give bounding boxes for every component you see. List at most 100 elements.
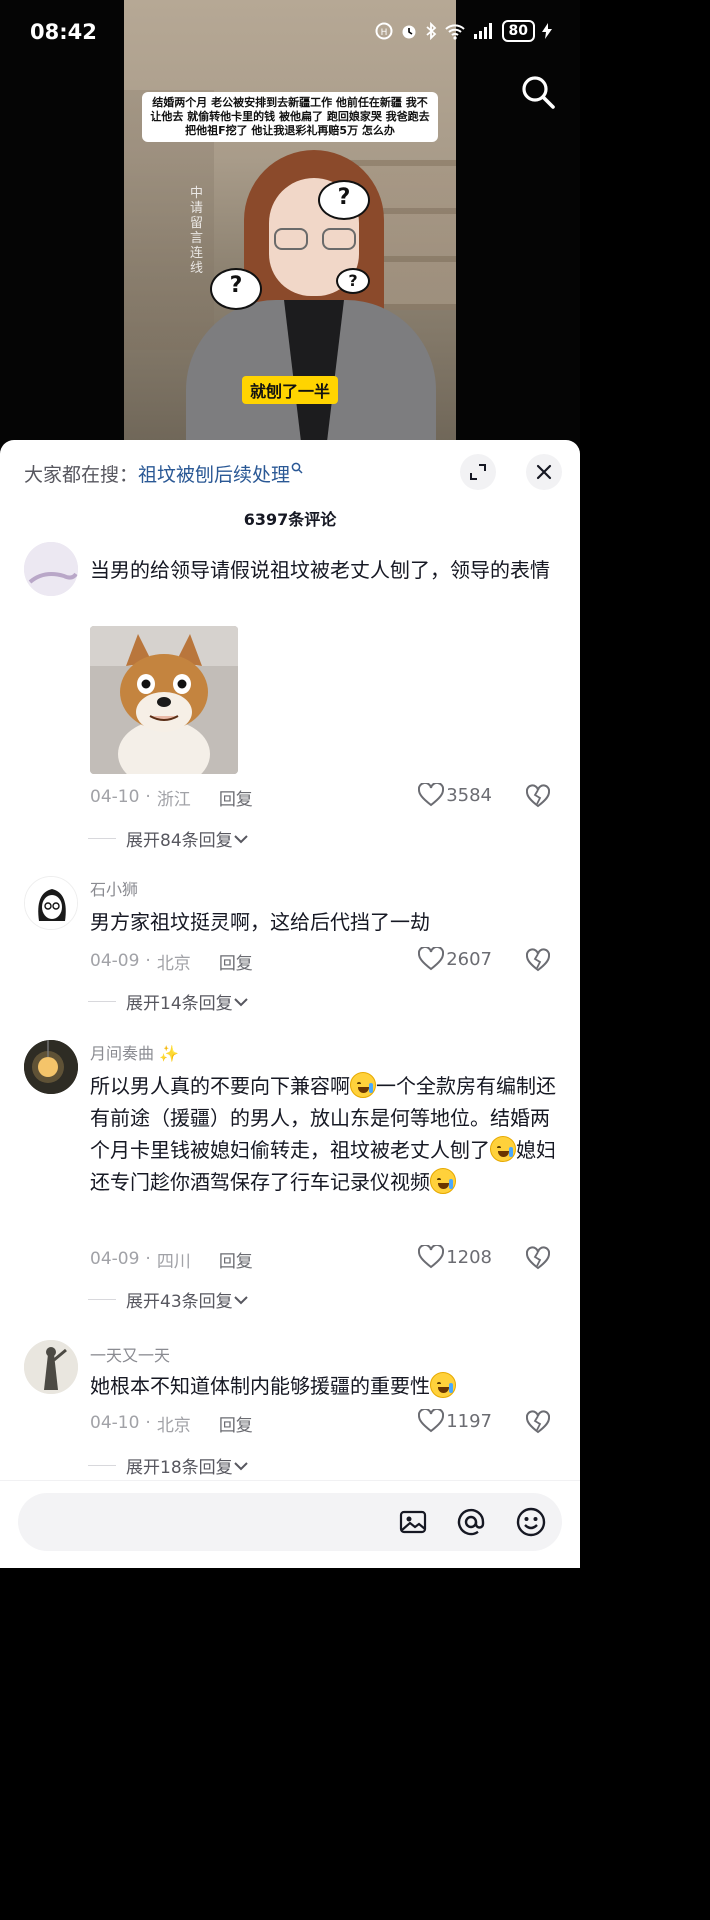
status-time: 08:42: [30, 20, 97, 44]
heart-icon: [418, 1245, 445, 1269]
comment-text: 当男的给领导请假说祖坟被老丈人刨了，领导的表情: [90, 558, 550, 582]
comment-location: 浙江: [156, 789, 191, 810]
cry-laugh-emoji: [430, 1372, 456, 1398]
video-player[interactable]: 结婚两个月 老公被安排到去新疆工作 他前任在新疆 我不让他去 就偷转他卡里的钱 …: [0, 0, 580, 448]
like-button[interactable]: 2607: [418, 947, 492, 971]
comment-date: 04-09: [90, 1249, 140, 1269]
video-caption-bottom: 就刨了一半: [242, 376, 339, 404]
hot-search-term[interactable]: 祖坟被刨后续处理: [138, 460, 290, 487]
presenter-glasses: [274, 228, 356, 250]
avatar[interactable]: [24, 1040, 78, 1094]
comment-item: 一天又一天 她根本不知道体制内能够援疆的重要性 04-10 · 北京 回复 11…: [0, 1338, 580, 1488]
meta-dot: ·: [145, 1413, 151, 1433]
video-watermark: 中请留言连线: [190, 186, 204, 276]
cry-laugh-emoji: [490, 1136, 516, 1162]
hot-search-label: 大家都在搜：: [24, 464, 139, 486]
comment-location: 北京: [156, 1415, 191, 1436]
avatar[interactable]: [24, 1340, 78, 1394]
dislike-icon[interactable]: [526, 1410, 550, 1434]
expand-replies[interactable]: 展开18条回复: [88, 1453, 249, 1478]
comment-count: 6397条评论: [243, 510, 337, 529]
signal-icon: [473, 23, 492, 39]
search-icon[interactable]: [520, 74, 556, 110]
comment-sheet-header: 大家都在搜： 祖坟被刨后续处理 6397条评论: [0, 440, 580, 548]
comment-text: 所以男人真的不要向下兼容啊 一个全款房有编制还有前途（援疆）的男人，放山东是何等地…: [90, 1072, 556, 1194]
dislike-icon[interactable]: [526, 948, 550, 972]
chevron-down-icon: [233, 997, 248, 1006]
emoji-icon[interactable]: [514, 1505, 548, 1539]
dislike-icon[interactable]: [526, 1246, 550, 1270]
comment-item: 月间奏曲 ✨ 所以男人真的不要向下兼容啊 一个全款房有编制还有前途（援疆）的男人，…: [0, 1036, 580, 1326]
expand-replies-label: 展开43条回复: [126, 1292, 233, 1312]
comment-date: 04-10: [90, 787, 140, 807]
video-caption-top: 结婚两个月 老公被安排到去新疆工作 他前任在新疆 我不让他去 就偷转他卡里的钱 …: [142, 92, 438, 142]
comment-username[interactable]: 一天又一天: [90, 1342, 170, 1366]
comment-item: 石小狮 男方家祖坟挺灵啊，这给后代挡了一劫 04-09 · 北京 回复 2607…: [0, 872, 580, 1022]
heart-icon: [418, 947, 445, 971]
battery-indicator: 80: [501, 20, 535, 42]
comment-item: 当男的给领导请假说祖坟被老丈人刨了，领导的表情 04-10 · 浙江 回复 35…: [0, 536, 580, 856]
like-count: 3584: [446, 784, 492, 806]
alarm-icon: [402, 25, 416, 39]
expand-replies[interactable]: 展开43条回复: [88, 1287, 249, 1312]
reply-button[interactable]: 回复: [219, 949, 253, 974]
comment-location: 北京: [156, 953, 191, 974]
avatar[interactable]: [24, 876, 78, 930]
avatar[interactable]: [24, 542, 78, 596]
close-sheet-button[interactable]: [526, 454, 562, 490]
status-icons: H 80: [375, 20, 552, 42]
question-bubble: ?: [336, 268, 370, 294]
hot-search-link[interactable]: 大家都在搜： 祖坟被刨后续处理: [24, 460, 303, 487]
meta-dot: ·: [145, 951, 151, 971]
comment-input-bar: [0, 1480, 580, 1568]
like-count: 1197: [446, 1410, 492, 1432]
cry-laugh-emoji: [350, 1072, 376, 1098]
image-icon[interactable]: [396, 1505, 430, 1539]
expand-icon: [470, 464, 486, 480]
reply-button[interactable]: 回复: [219, 1411, 253, 1436]
comment-username[interactable]: 月间奏曲 ✨: [90, 1040, 179, 1064]
svg-text:H: H: [380, 28, 387, 38]
divider-line: [88, 838, 116, 839]
comment-image-dog[interactable]: [90, 626, 238, 774]
at-icon[interactable]: [454, 1505, 488, 1539]
meta-dot: ·: [145, 787, 151, 807]
chevron-down-icon: [233, 1295, 248, 1304]
dislike-icon[interactable]: [526, 784, 550, 808]
search-small-icon: [291, 462, 303, 474]
comment-sheet: 大家都在搜： 祖坟被刨后续处理 6397条评论 当男的给领导请假说祖坟被老丈人刨…: [0, 440, 580, 1568]
wifi-icon: [444, 24, 465, 40]
divider-line: [88, 1299, 116, 1300]
charging-icon: [542, 23, 552, 39]
heart-icon: [418, 783, 445, 807]
like-button[interactable]: 3584: [418, 783, 492, 807]
bluetooth-icon: [425, 22, 436, 40]
like-button[interactable]: 1208: [418, 1245, 492, 1269]
expand-replies[interactable]: 展开84条回复: [88, 826, 249, 851]
divider-line: [88, 1001, 116, 1002]
reply-button[interactable]: 回复: [219, 1247, 253, 1272]
comment-text: 她根本不知道体制内能够援疆的重要性: [90, 1370, 562, 1402]
comment-username[interactable]: 石小狮: [90, 876, 138, 900]
close-icon: [536, 464, 552, 480]
expand-replies[interactable]: 展开14条回复: [88, 989, 249, 1014]
hd-icon: H: [375, 22, 393, 40]
comment-location: 四川: [156, 1251, 191, 1272]
expand-replies-label: 展开18条回复: [126, 1458, 233, 1478]
reply-button[interactable]: 回复: [219, 785, 253, 810]
comment-text: 男方家祖坟挺灵啊，这给后代挡了一劫: [90, 910, 430, 934]
like-button[interactable]: 1197: [418, 1409, 492, 1433]
chevron-down-icon: [233, 834, 248, 843]
expand-replies-label: 展开14条回复: [126, 994, 233, 1014]
video-frame[interactable]: 结婚两个月 老公被安排到去新疆工作 他前任在新疆 我不让他去 就偷转他卡里的钱 …: [124, 0, 456, 448]
like-count: 2607: [446, 948, 492, 970]
divider-line: [88, 1465, 116, 1466]
comment-date: 04-10: [90, 1413, 140, 1433]
comment-date: 04-09: [90, 951, 140, 971]
cry-laugh-emoji: [430, 1168, 456, 1194]
like-count: 1208: [446, 1246, 492, 1268]
question-bubble: ?: [210, 268, 262, 310]
chevron-down-icon: [233, 1461, 248, 1470]
meta-dot: ·: [145, 1249, 151, 1269]
expand-sheet-button[interactable]: [460, 454, 496, 490]
